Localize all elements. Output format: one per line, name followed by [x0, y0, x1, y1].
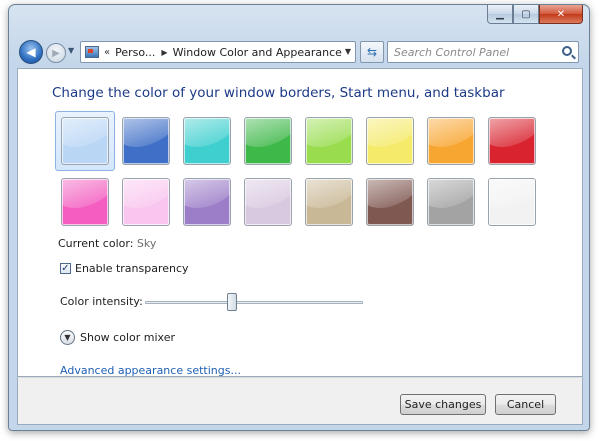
back-arrow-icon: ◀	[26, 45, 36, 59]
control-panel-icon	[85, 46, 99, 58]
minimize-icon: ▁	[496, 8, 504, 20]
maximize-button[interactable]: ▢	[513, 5, 539, 24]
expand-chevron-icon[interactable]: ▼	[60, 330, 75, 345]
color-swatch-fuchsia[interactable]	[61, 178, 109, 226]
transparency-row: ✓ Enable transparency	[60, 262, 189, 275]
transparency-label[interactable]: Enable transparency	[75, 262, 189, 275]
close-button[interactable]: ✕	[539, 5, 583, 24]
checkmark-icon: ✓	[61, 262, 70, 274]
breadcrumb-window-color[interactable]: Window Color and Appearance	[173, 46, 342, 59]
color-swatch-blush[interactable]	[122, 178, 170, 226]
refresh-button[interactable]: ⇆	[360, 41, 384, 63]
navigation-bar: ◀ ▶ ▼ « Perso... ▶ Window Color and Appe…	[19, 39, 579, 65]
save-button[interactable]: Save changes	[400, 394, 486, 415]
current-color-label: Current color:	[58, 237, 134, 250]
chevron-down-icon: ▼	[68, 46, 75, 55]
minimize-button[interactable]: ▁	[487, 5, 513, 24]
color-swatch-lavender[interactable]	[244, 178, 292, 226]
color-swatch-chocolate[interactable]	[366, 178, 414, 226]
caption-buttons: ▁ ▢ ✕	[487, 5, 583, 24]
color-swatch-pumpkin[interactable]	[427, 117, 475, 165]
intensity-slider-track[interactable]	[145, 301, 363, 304]
color-swatch-ruby[interactable]	[488, 117, 536, 165]
back-button[interactable]: ◀	[19, 40, 43, 64]
forward-arrow-icon: ▶	[52, 47, 60, 59]
search-input[interactable]: Search Control Panel	[387, 41, 579, 63]
color-mixer-label[interactable]: Show color mixer	[80, 331, 175, 344]
control-panel-window: ▁ ▢ ✕ ◀ ▶ ▼ « Perso... ▶ Window Color an…	[8, 4, 590, 431]
advanced-appearance-link[interactable]: Advanced appearance settings...	[60, 364, 241, 377]
breadcrumb-separator-icon[interactable]: ▶	[161, 48, 167, 57]
breadcrumb-overflow[interactable]: «	[104, 47, 110, 58]
forward-button[interactable]: ▶	[46, 43, 66, 63]
transparency-checkbox[interactable]: ✓	[60, 263, 71, 274]
color-swatch-taupe[interactable]	[305, 178, 353, 226]
recent-pages-dropdown[interactable]: ▼	[68, 46, 78, 58]
intensity-label: Color intensity:	[60, 295, 143, 308]
page-title: Change the color of your window borders,…	[52, 85, 505, 101]
color-swatch-sea[interactable]	[183, 117, 231, 165]
color-swatch-sky[interactable]	[61, 117, 109, 165]
search-placeholder: Search Control Panel	[394, 45, 510, 59]
cancel-button[interactable]: Cancel	[495, 394, 556, 415]
color-swatch-lime[interactable]	[305, 117, 353, 165]
dialog-footer: Save changes Cancel	[17, 377, 583, 425]
color-swatch-frost[interactable]	[488, 178, 536, 226]
breadcrumb-personalization[interactable]: Perso...	[115, 46, 155, 59]
color-mixer-toggle[interactable]: ▼ Show color mixer	[60, 330, 175, 345]
current-color-value: Sky	[136, 237, 157, 250]
maximize-icon: ▢	[521, 8, 531, 20]
address-bar[interactable]: « Perso... ▶ Window Color and Appearance…	[80, 41, 356, 63]
color-swatch-twilight[interactable]	[122, 117, 170, 165]
intensity-slider-thumb[interactable]	[227, 293, 238, 311]
color-swatch-slate[interactable]	[427, 178, 475, 226]
color-swatch-lemon[interactable]	[366, 117, 414, 165]
main-content: Change the color of your window borders,…	[17, 68, 583, 377]
refresh-icon: ⇆	[366, 45, 378, 59]
current-color: Current color: Sky	[58, 237, 156, 250]
address-dropdown-icon[interactable]: ▼	[345, 47, 351, 56]
close-icon: ✕	[556, 8, 566, 20]
search-icon[interactable]	[562, 46, 572, 56]
color-swatch-violet[interactable]	[183, 178, 231, 226]
color-swatch-leaf[interactable]	[244, 117, 292, 165]
